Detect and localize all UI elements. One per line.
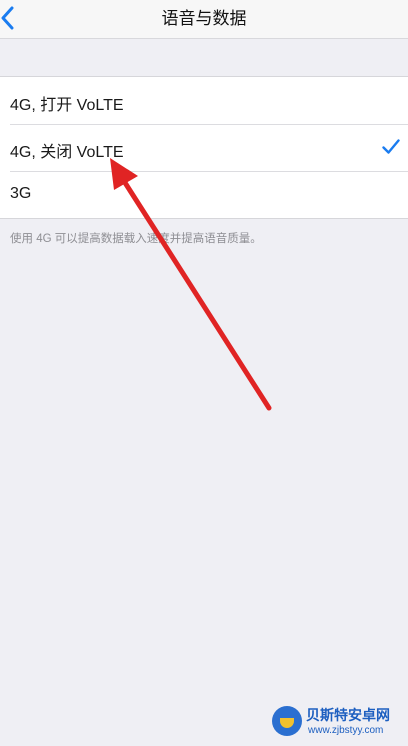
option-3g[interactable]: 3G — [0, 171, 408, 218]
page-title: 语音与数据 — [161, 9, 247, 28]
footnote-text: 使用 4G 可以提高数据载入速度并提高语音质量。 — [10, 233, 262, 245]
option-label: 3G — [10, 185, 32, 202]
navigation-bar: 语音与数据 — [0, 0, 408, 39]
option-4g-volte-on[interactable]: 4G, 打开 VoLTE — [0, 77, 408, 124]
network-options-list: 4G, 打开 VoLTE 4G, 关闭 VoLTE 3G — [0, 76, 408, 219]
checkmark-icon — [382, 139, 400, 154]
option-4g-volte-off[interactable]: 4G, 关闭 VoLTE — [0, 124, 408, 171]
option-label: 4G, 关闭 VoLTE — [10, 144, 124, 161]
option-label: 4G, 打开 VoLTE — [10, 97, 124, 114]
watermark-url: www.zjbstyy.com — [308, 725, 384, 736]
site-watermark: 贝斯特安卓网 www.zjbstyy.com — [272, 702, 402, 742]
watermark-title: 贝斯特安卓网 — [306, 707, 390, 723]
watermark-logo-icon — [272, 706, 302, 736]
